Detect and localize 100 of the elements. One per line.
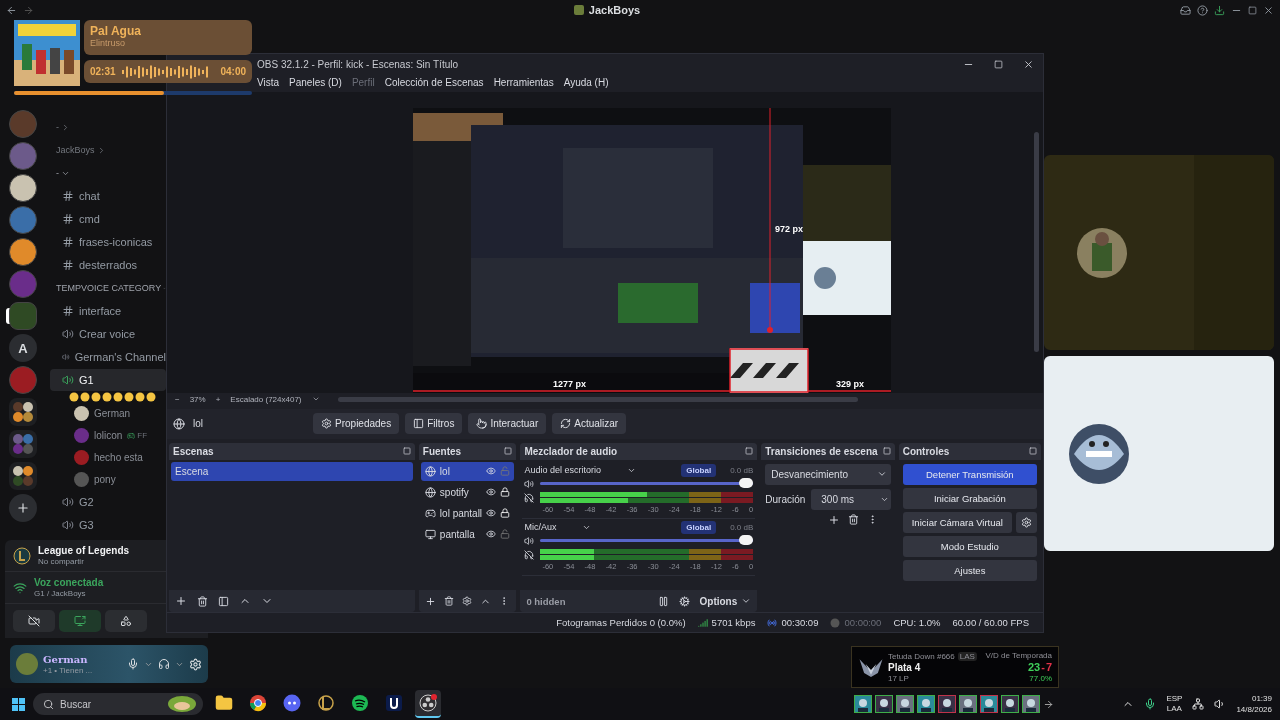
scene-item[interactable]: Escena	[171, 461, 413, 481]
server-folder[interactable]	[9, 398, 37, 426]
text-channel[interactable]: chat	[50, 185, 166, 207]
control-button[interactable]: Iniciar Cámara Virtual	[902, 511, 1012, 533]
voice-channel[interactable]: German's Channel	[50, 346, 166, 368]
add-server-button[interactable]	[9, 494, 37, 522]
speaker-icon[interactable]	[524, 535, 535, 546]
undock-icon[interactable]	[745, 447, 754, 456]
inbox-icon[interactable]	[1180, 4, 1191, 16]
voice-channel[interactable]: G3	[50, 514, 166, 536]
champion-icon[interactable]	[1022, 695, 1041, 713]
scrollbar[interactable]	[1034, 131, 1039, 352]
headphones-muted-icon[interactable]	[524, 492, 535, 503]
toolbar-button[interactable]: Actualizar	[552, 413, 627, 435]
delete-icon[interactable]	[197, 595, 208, 607]
category-header[interactable]: -	[46, 116, 166, 138]
lock-icon[interactable]	[500, 487, 511, 498]
voice-member[interactable]: hecho esta	[46, 447, 166, 468]
filter-icon[interactable]	[218, 595, 229, 607]
source-item[interactable]: lol pantall	[420, 503, 515, 523]
undock-icon[interactable]	[1029, 447, 1037, 456]
menu-item[interactable]: Vista	[257, 77, 280, 89]
menu-item[interactable]: Herramientas	[493, 77, 554, 89]
scrollbar[interactable]	[337, 396, 858, 402]
duration-field[interactable]: 300 ms	[811, 488, 891, 510]
champion-icon[interactable]	[980, 695, 999, 713]
champion-icon[interactable]	[854, 695, 873, 713]
menu-item[interactable]: Colección de Escenas	[384, 77, 484, 89]
undock-icon[interactable]	[402, 447, 411, 456]
gear-icon[interactable]	[678, 595, 690, 607]
text-channel[interactable]: frases-iconicas	[50, 231, 166, 253]
champion-icon[interactable]	[959, 695, 978, 713]
server-icon[interactable]	[9, 238, 37, 266]
eye-icon[interactable]	[486, 508, 497, 519]
arrow-icon[interactable]	[1043, 698, 1055, 710]
toolbar-button[interactable]: Propiedades	[313, 413, 400, 435]
control-button[interactable]: Modo Estudio	[902, 535, 1037, 557]
voice-channel[interactable]: G2	[50, 491, 166, 513]
text-channel[interactable]: interface	[50, 300, 166, 322]
text-channel[interactable]: desterrados	[50, 254, 166, 276]
eye-icon[interactable]	[486, 529, 497, 540]
mic-icon[interactable]	[127, 658, 139, 670]
voice-member[interactable]: pony	[46, 469, 166, 490]
menu-item[interactable]: Paneles (D)	[289, 77, 342, 89]
toolbar-button[interactable]: Interactuar	[468, 413, 547, 435]
source-item[interactable]: pantalla	[420, 524, 515, 544]
close-icon[interactable]	[1263, 4, 1274, 16]
source-item[interactable]: lol	[420, 461, 515, 481]
champion-icon[interactable]	[917, 695, 936, 713]
undock-icon[interactable]	[882, 447, 891, 456]
taskbar-app[interactable]	[415, 690, 441, 718]
zoom-in-button[interactable]: +	[215, 394, 221, 404]
headphones-icon[interactable]	[158, 658, 170, 670]
control-button[interactable]: Iniciar Grabación	[902, 487, 1037, 509]
back-icon[interactable]	[6, 4, 17, 16]
screen-share-button[interactable]	[59, 610, 101, 632]
add-icon[interactable]	[175, 595, 187, 608]
search-field[interactable]: Buscar	[33, 693, 203, 715]
champion-icon[interactable]	[875, 695, 894, 713]
settings-icon[interactable]	[189, 657, 202, 671]
toolbar-button[interactable]: Filtros	[405, 413, 463, 435]
eye-icon[interactable]	[486, 466, 497, 477]
voice-member[interactable]: lolicon FF	[46, 425, 166, 446]
settings-button[interactable]	[1016, 511, 1037, 533]
selection-box[interactable]	[729, 348, 809, 393]
menu-item[interactable]: Ayuda (H)	[563, 77, 609, 89]
category-header[interactable]: JackBoys	[46, 139, 166, 161]
camera-button[interactable]	[13, 610, 55, 632]
champion-icon[interactable]	[1001, 695, 1020, 713]
server-icon[interactable]: A	[9, 334, 37, 362]
transition-dropdown[interactable]: Desvanecimiento	[765, 463, 891, 485]
add-icon[interactable]	[827, 513, 840, 526]
source-item[interactable]: spotify	[420, 482, 515, 502]
speaker-icon[interactable]	[524, 478, 535, 489]
zoom-out-button[interactable]: −	[175, 394, 180, 404]
voice-channel-path[interactable]: G1 / JackBoys	[34, 589, 104, 598]
options-button[interactable]: Options	[699, 595, 752, 607]
delete-icon[interactable]	[443, 596, 454, 607]
control-button[interactable]: Ajustes	[902, 559, 1037, 581]
download-icon[interactable]	[1214, 4, 1225, 16]
add-icon[interactable]	[424, 595, 436, 607]
champion-icon[interactable]	[938, 695, 957, 713]
champion-icon[interactable]	[896, 695, 915, 713]
start-icon[interactable]	[12, 697, 25, 711]
undock-icon[interactable]	[504, 447, 513, 456]
delete-icon[interactable]	[847, 513, 859, 525]
hidden-count[interactable]: 0 hidden	[526, 595, 648, 607]
text-channel[interactable]: cmd	[50, 208, 166, 230]
help-icon[interactable]	[1197, 4, 1208, 16]
headphones-muted-icon[interactable]	[524, 549, 535, 560]
language-indicator[interactable]: ESP LAA	[1166, 694, 1183, 714]
control-button[interactable]: Detener Transmisión	[902, 463, 1037, 485]
voice-channel[interactable]: G1	[50, 369, 166, 391]
lock-icon[interactable]	[500, 508, 511, 519]
clock[interactable]: 01:39 14/8/2026	[1236, 693, 1272, 715]
gear-icon[interactable]	[461, 596, 472, 607]
eye-icon[interactable]	[486, 487, 497, 498]
category-header[interactable]: TEMPVOICE CATEGORY	[46, 277, 166, 299]
network-icon[interactable]	[1192, 698, 1205, 710]
voice-channel[interactable]: Crear voice	[50, 323, 166, 345]
